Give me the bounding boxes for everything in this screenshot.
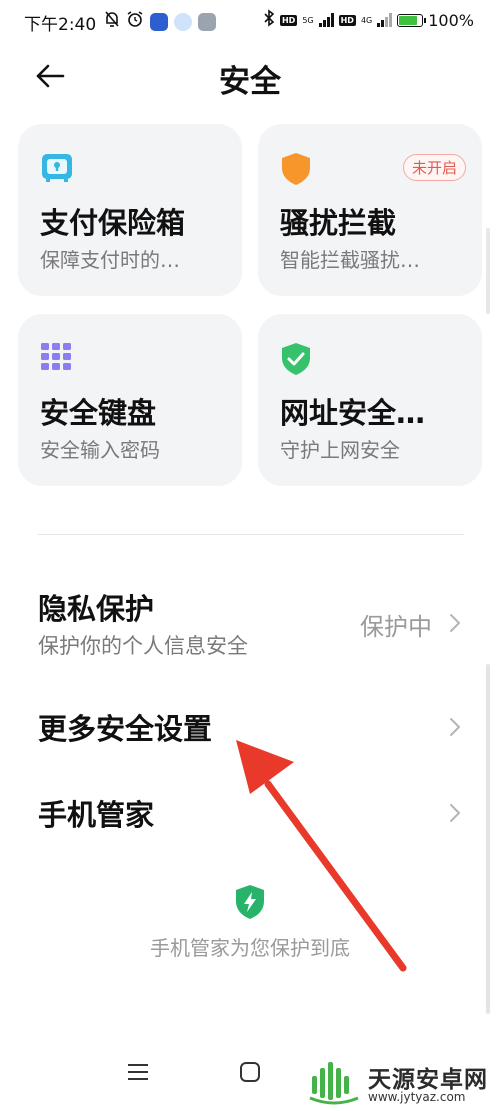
status-time: 下午2:40 [24, 15, 97, 35]
status-notification-icons [104, 10, 216, 34]
mute-bell-icon [104, 10, 120, 34]
bluetooth-icon [263, 9, 275, 31]
chevron-right-icon [448, 802, 462, 824]
chevron-right-icon [448, 612, 462, 634]
list-item-privacy-protection[interactable]: 隐私保护 保护你的个人信息安全 保护中 [0, 580, 500, 670]
network-4g-label: 4G [360, 15, 373, 25]
scrollbar-thumb[interactable] [486, 664, 490, 1014]
shield-check-icon [280, 342, 312, 380]
alarm-clock-icon [126, 10, 144, 34]
list-item-title: 更多安全设置 [38, 712, 213, 746]
annotation-arrow [236, 740, 407, 972]
card-secure-keyboard[interactable]: 安全键盘 安全输入密码 [18, 314, 242, 486]
battery-icon [397, 13, 427, 27]
battery-percent: 100% [428, 10, 474, 30]
app-notification-icon [150, 13, 168, 31]
card-subtitle: 保障支付时的… [40, 248, 180, 272]
card-subtitle: 智能拦截骚扰… [280, 248, 420, 272]
chevron-right-icon [448, 716, 462, 738]
nav-home-button[interactable] [230, 1054, 270, 1094]
network-5g-label: 5G [302, 15, 314, 25]
list-item-title: 隐私保护 [38, 592, 155, 626]
card-subtitle: 守护上网安全 [280, 438, 400, 462]
menu-icon [126, 1062, 150, 1086]
card-title: 安全键盘 [40, 396, 157, 430]
watermark-url: www.jytyaz.com [368, 1090, 466, 1104]
signal-4g-icon [377, 13, 393, 27]
list-item-title: 手机管家 [38, 798, 155, 832]
shield-icon [280, 152, 312, 190]
nav-menu-button[interactable] [118, 1056, 158, 1092]
safe-box-icon [40, 152, 74, 188]
card-url-security[interactable]: 网址安全… 守护上网安全 [258, 314, 482, 486]
k-app-notification-icon [174, 13, 192, 31]
home-square-icon [238, 1060, 262, 1088]
card-harassment-block[interactable]: 未开启 骚扰拦截 智能拦截骚扰… [258, 124, 482, 296]
card-payment-safe[interactable]: 支付保险箱 保障支付时的… [18, 124, 242, 296]
list-item-subtitle: 保护你的个人信息安全 [38, 634, 248, 658]
card-title: 支付保险箱 [40, 206, 186, 240]
hd-badge: HD [279, 14, 298, 26]
keypad-icon [40, 342, 72, 376]
scrollbar-top[interactable] [486, 228, 490, 314]
watermark-logo-icon [306, 1058, 362, 1110]
card-subtitle: 安全输入密码 [40, 438, 160, 462]
signal-5g-icon [318, 13, 334, 27]
status-badge: 未开启 [402, 154, 466, 181]
hd-badge-2: HD [338, 14, 356, 26]
card-title: 网址安全… [280, 396, 426, 430]
status-system-icons: HD 5G HD 4G 100% [263, 9, 474, 31]
page-title: 安全 [219, 64, 281, 100]
status-bar: 下午2:40 HD 5G HD 4G 100% [0, 0, 500, 44]
list-item-value: 保护中 [360, 613, 432, 641]
card-title: 骚扰拦截 [280, 206, 397, 240]
settings-notification-icon [198, 13, 216, 31]
watermark-text: 天源安卓网 [368, 1067, 488, 1093]
section-divider [38, 534, 464, 535]
